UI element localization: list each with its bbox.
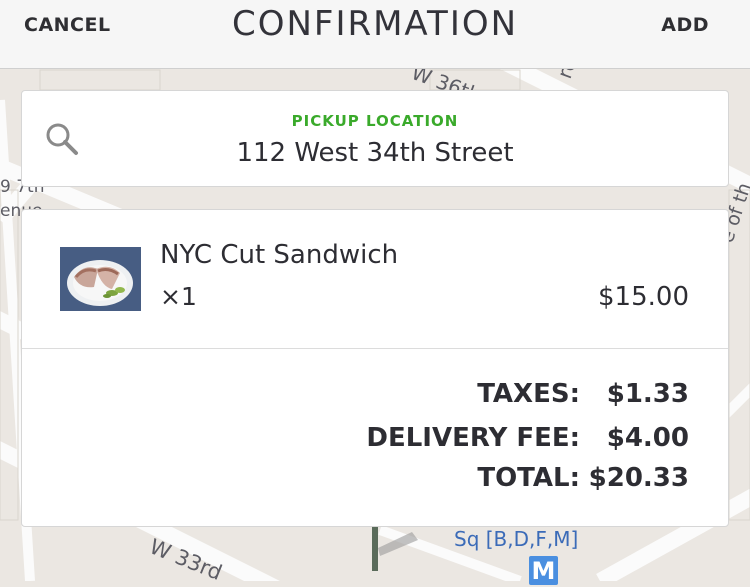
taxes-label: TAXES: [477, 379, 580, 409]
total-label: TOTAL: [477, 463, 580, 493]
item-thumbnail [60, 247, 141, 311]
pickup-location-card[interactable]: PICKUP LOCATION 112 West 34th Street [21, 90, 729, 187]
pickup-location-label: PICKUP LOCATION [291, 112, 459, 130]
pickup-address[interactable]: 112 West 34th Street [22, 138, 728, 168]
page-title: CONFIRMATION [231, 4, 519, 44]
order-summary-card: NYC Cut Sandwich ×1 $15.00 TAXES: $1.33 … [21, 209, 729, 527]
divider [22, 348, 728, 349]
item-price: $15.00 [598, 282, 689, 312]
taxes-value: $1.33 [606, 379, 689, 409]
header-bar: CANCEL CONFIRMATION ADD [0, 0, 750, 69]
delivery-fee-value: $4.00 [606, 423, 689, 453]
add-button[interactable]: ADD [661, 14, 709, 36]
item-name: NYC Cut Sandwich [160, 240, 399, 270]
item-quantity[interactable]: ×1 [160, 282, 197, 311]
subway-station-label: Sq [B,D,F,M] [454, 527, 579, 551]
delivery-fee-label: DELIVERY FEE: [366, 423, 580, 453]
total-value: $20.33 [588, 463, 689, 493]
